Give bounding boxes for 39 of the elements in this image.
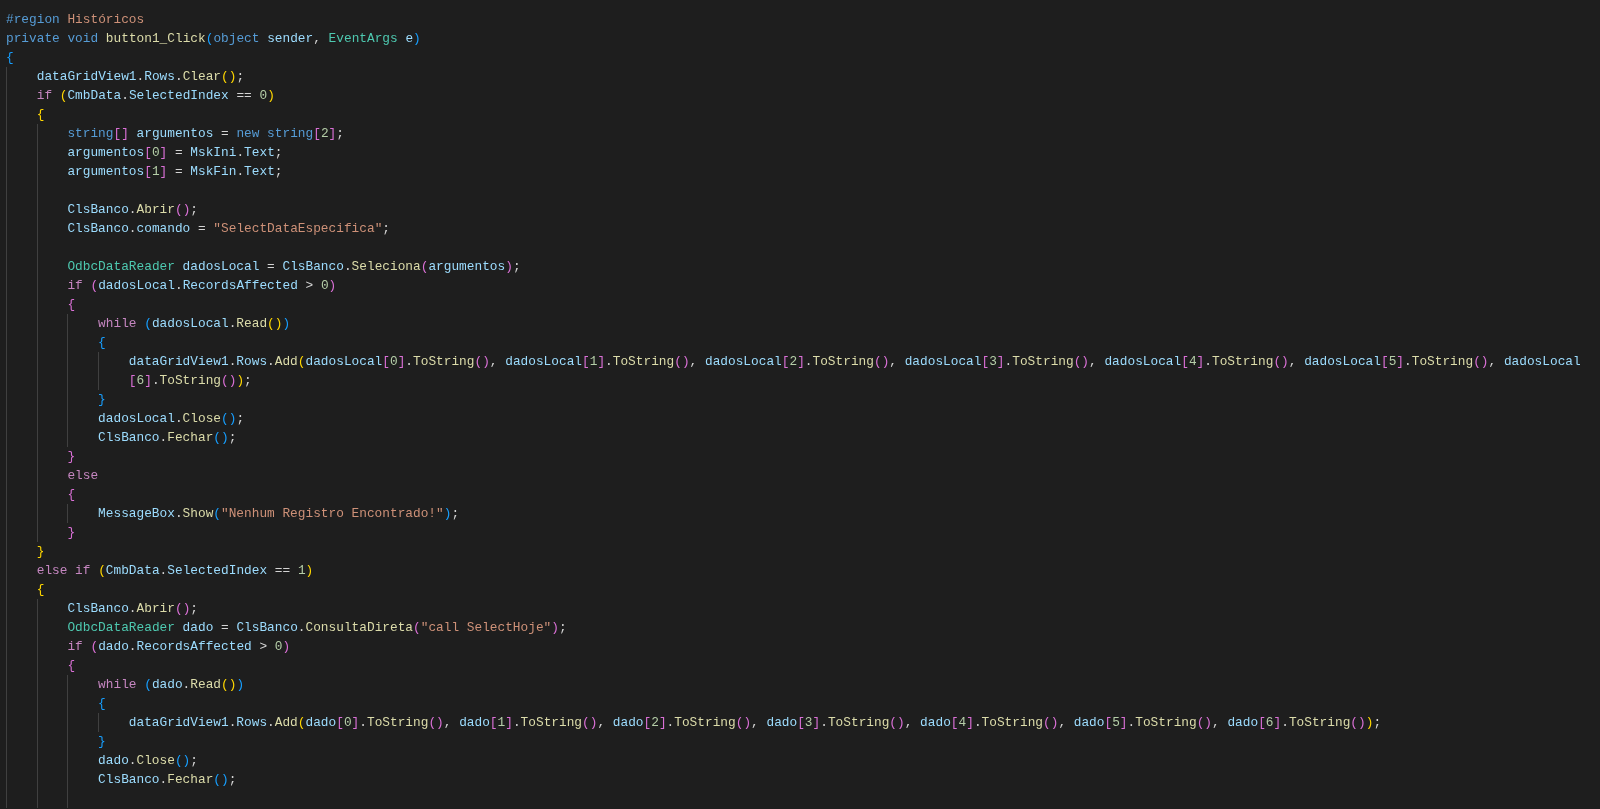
code-line: {	[36, 581, 45, 599]
code-line: dataGridView1.Rows.Add(dado[0].ToString(), dado[1].ToString(), dado[2].ToString(), dado[3].ToString(), dado[4].ToString(), dado[5].ToString(), dado[6].ToString());	[128, 714, 1382, 732]
code-line: dataGridView1.Rows.Add(dadosLocal[0].ToString(), dadosLocal[1].ToString(), dadosLocal[2].ToString(), dadosLocal[3].ToString(), dadosLocal[4].ToString(), dadosLocal[5].ToString(), dadosLocal	[128, 353, 1581, 371]
code-line: {	[6, 49, 14, 67]
code-line: string[] argumentos = new string[2];	[67, 125, 344, 143]
code-line: }	[98, 733, 106, 751]
code-line: while (dadosLocal.Read())	[98, 315, 291, 333]
code-line: #region Históricos	[6, 11, 145, 29]
code-line: ClsBanco.Fechar();	[98, 429, 237, 447]
code-line: {	[98, 334, 106, 352]
code-line: ClsBanco.Abrir();	[67, 201, 198, 219]
code-line: [6].ToString());	[128, 372, 252, 390]
code-line: ClsBanco.comando = "SelectDataEspecifica";	[67, 220, 390, 238]
code-line: {	[67, 486, 76, 504]
code-line: else	[67, 467, 99, 485]
code-line: argumentos[1] = MskFin.Text;	[67, 163, 283, 181]
code-line: OdbcDataReader dado = ClsBanco.ConsultaDireta("call SelectHoje");	[67, 619, 567, 637]
code-line: {	[67, 296, 76, 314]
code-line: {	[67, 657, 76, 675]
code-line: dataGridView1.Rows.Clear();	[36, 68, 245, 86]
code-line: {	[36, 106, 45, 124]
code-line: if (dadosLocal.RecordsAffected > 0)	[67, 277, 337, 295]
code-line: }	[67, 524, 76, 542]
code-line: }	[98, 391, 106, 409]
code-line: else if (CmbData.SelectedIndex == 1)	[36, 562, 314, 580]
code-line: private void button1_Click(object sender, EventArgs e)	[6, 30, 421, 48]
code-line: while (dado.Read())	[98, 676, 245, 694]
code-line: }	[36, 543, 45, 561]
code-line: argumentos[0] = MskIni.Text;	[67, 144, 283, 162]
code-line: MessageBox.Show("Nenhum Registro Encontrado!");	[98, 505, 460, 523]
code-line: ClsBanco.Abrir();	[67, 600, 198, 618]
code-line: if (CmbData.SelectedIndex == 0)	[36, 87, 275, 105]
code-line: if (dado.RecordsAffected > 0)	[67, 638, 291, 656]
code-line: {	[98, 695, 106, 713]
code-line: }	[67, 448, 76, 466]
code-line: ClsBanco.Fechar();	[98, 771, 237, 789]
code-line: dadosLocal.Close();	[98, 410, 245, 428]
code-line: OdbcDataReader dadosLocal = ClsBanco.Seleciona(argumentos);	[67, 258, 521, 276]
code-line: dado.Close();	[98, 752, 198, 770]
